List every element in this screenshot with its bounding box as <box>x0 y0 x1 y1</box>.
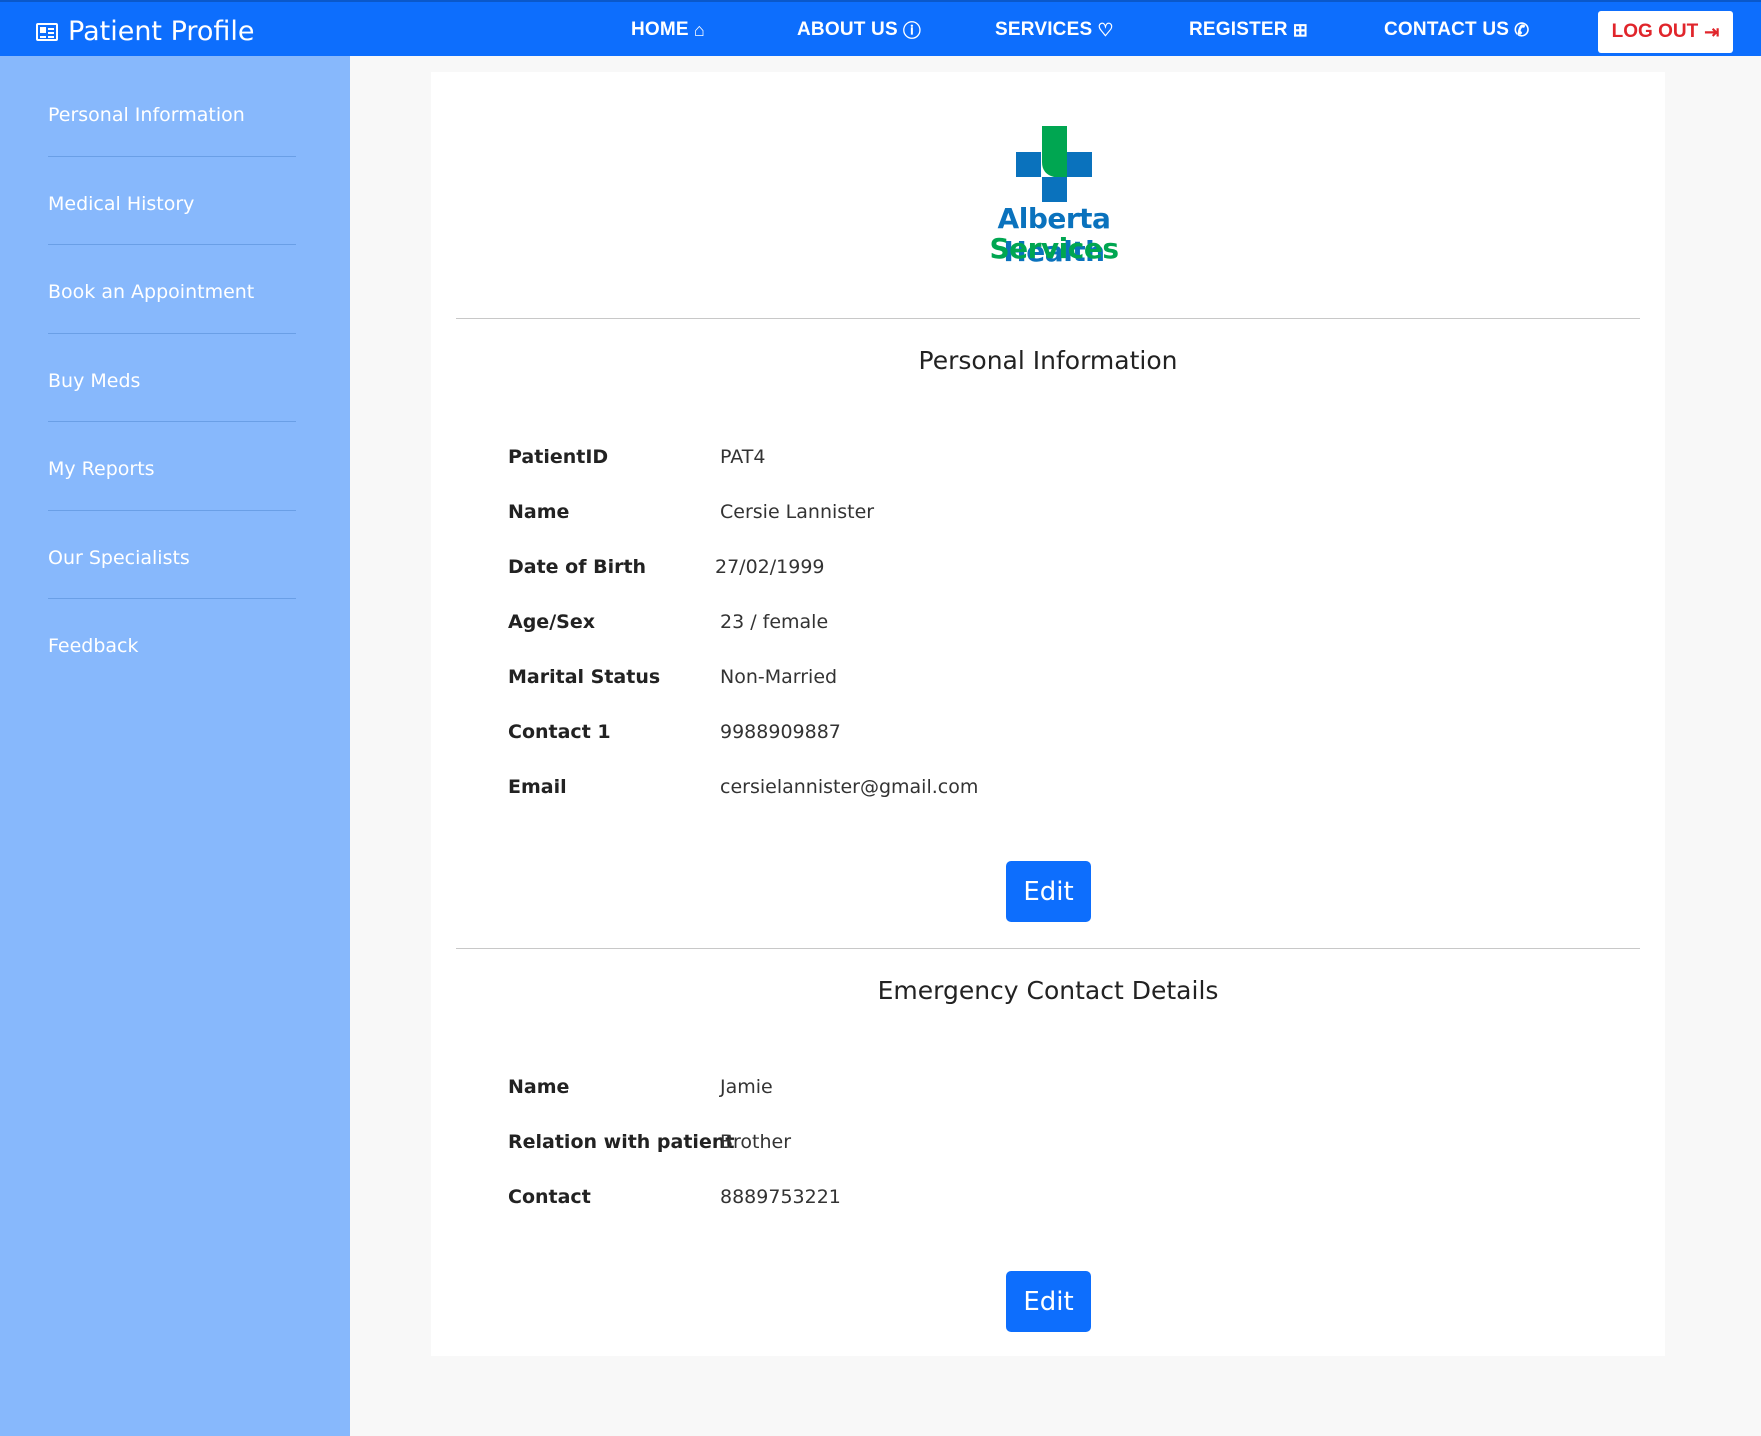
field-label: Marital Status <box>508 666 661 688</box>
sidebar-item-my-reports[interactable]: My Reports <box>48 458 296 480</box>
divider <box>456 948 1640 949</box>
grid-icon: ⊞ <box>1292 19 1309 40</box>
logout-label: LOG OUT <box>1611 21 1699 42</box>
sidebar-item-feedback[interactable]: Feedback <box>48 635 296 657</box>
phone-icon: ✆ <box>1514 19 1530 40</box>
marital-status-value: Non-Married <box>720 666 838 688</box>
brand-title: Patient Profile <box>68 16 255 47</box>
nav-contact-label: CONTACT US <box>1384 19 1510 40</box>
patient-name-value: Cersie Lannister <box>720 501 875 523</box>
sidebar-divider <box>48 598 296 599</box>
divider <box>456 318 1640 319</box>
field-label: Contact 1 <box>508 721 611 743</box>
sidebar-divider <box>48 333 296 334</box>
nav-about-label: ABOUT US <box>797 19 898 40</box>
nav-about-us[interactable]: ABOUT US ⓘ <box>797 2 921 58</box>
sidebar-divider <box>48 244 296 245</box>
patient-id-value: PAT4 <box>720 446 766 468</box>
profile-card-icon <box>36 22 58 41</box>
heart-icon: ♡ <box>1097 19 1114 40</box>
dob-value: 27/02/1999 <box>715 556 825 578</box>
logo-line2: Services <box>989 232 1119 265</box>
emergency-contact-value: 8889753221 <box>720 1186 841 1208</box>
contact-value: 9988909887 <box>720 721 841 743</box>
field-label: Relation with patient <box>508 1131 735 1153</box>
nav-register-label: REGISTER <box>1189 19 1288 40</box>
sidebar-item-our-specialists[interactable]: Our Specialists <box>48 547 296 569</box>
emergency-name-value: Jamie <box>720 1076 773 1098</box>
top-navbar: Patient Profile HOME ⌂ ABOUT US ⓘ SERVICES… <box>0 0 1761 56</box>
nav-services-label: SERVICES <box>995 19 1093 40</box>
field-label: PatientID <box>508 446 609 468</box>
field-label: Email <box>508 776 567 798</box>
sidebar-divider <box>48 510 296 511</box>
sidebar-item-buy-meds[interactable]: Buy Meds <box>48 370 296 392</box>
logout-icon: ⇥ <box>1704 21 1720 42</box>
field-label: Contact <box>508 1186 591 1208</box>
field-label: Name <box>508 501 570 523</box>
emergency-contact-title: Emergency Contact Details <box>877 976 1219 1005</box>
brand[interactable]: Patient Profile <box>36 16 255 47</box>
field-label: Date of Birth <box>508 556 647 578</box>
nav-home-label: HOME <box>631 19 689 40</box>
edit-personal-button[interactable]: Edit <box>1006 861 1091 922</box>
sidebar: Personal Information Medical History Boo… <box>0 56 350 1436</box>
email-value: cersielannister@gmail.com <box>720 776 979 798</box>
field-label: Name <box>508 1076 570 1098</box>
personal-info-title: Personal Information <box>918 346 1178 375</box>
info-icon: ⓘ <box>902 21 922 41</box>
sidebar-divider <box>48 156 296 157</box>
nav-services[interactable]: SERVICES ♡ <box>995 2 1114 58</box>
nav-home[interactable]: HOME ⌂ <box>631 2 705 58</box>
age-sex-value: 23 / female <box>720 611 829 633</box>
home-icon: ⌂ <box>693 19 705 40</box>
sidebar-divider <box>48 421 296 422</box>
edit-emergency-button[interactable]: Edit <box>1006 1271 1091 1332</box>
alberta-health-logo: Alberta Health Services <box>959 124 1149 274</box>
field-label: Age/Sex <box>508 611 595 633</box>
nav-contact-us[interactable]: CONTACT US ✆ <box>1384 2 1529 58</box>
relation-value: Brother <box>720 1131 792 1153</box>
profile-card: Alberta Health Services Personal Informa… <box>431 72 1665 1356</box>
nav-register[interactable]: REGISTER ⊞ <box>1189 2 1308 58</box>
sidebar-item-personal-information[interactable]: Personal Information <box>48 104 296 126</box>
sidebar-item-medical-history[interactable]: Medical History <box>48 193 296 215</box>
logout-button[interactable]: LOG OUT ⇥ <box>1598 11 1733 53</box>
sidebar-item-book-appointment[interactable]: Book an Appointment <box>48 281 296 303</box>
